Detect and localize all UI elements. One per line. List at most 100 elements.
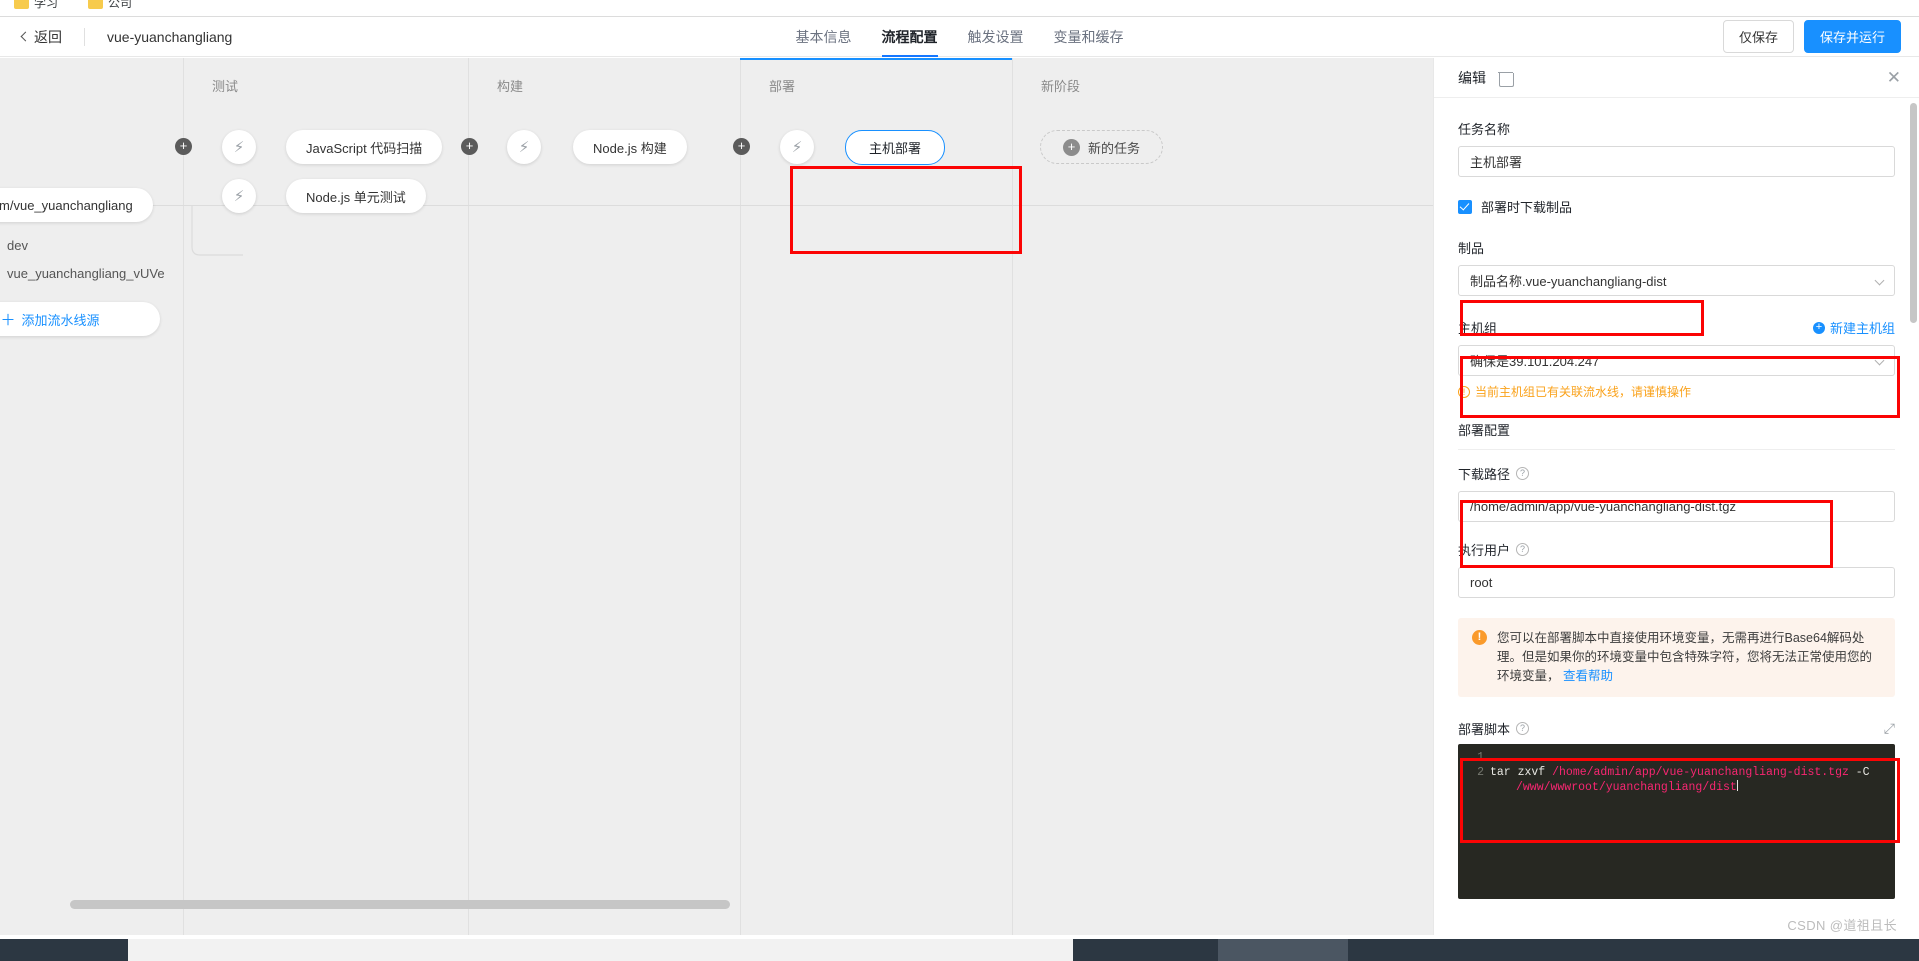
panel-scrollbar-thumb[interactable] [1910,103,1917,323]
pipeline-canvas[interactable]: 测试 构建 部署 新阶段 ebymom/vue_yuanchangliang d… [0,58,1433,935]
editor-gutter: 1 2 [1458,744,1484,899]
section-divider [1458,449,1895,450]
hostgroup-header-row: 主机组 + 新建主机组 [1458,318,1895,337]
back-button[interactable]: 返回 [20,27,62,47]
active-stage-indicator [740,58,1012,60]
plus-circle-icon: + [1812,321,1825,334]
add-stage-button-2[interactable]: + [461,138,478,155]
question-icon[interactable]: ? [1516,467,1530,480]
add-stage-button-3[interactable]: + [733,138,750,155]
task-node-label: Node.js 单元测试 [306,189,406,205]
pipeline-source-card[interactable]: ebymom/vue_yuanchangliang [0,188,153,222]
exec-user-label: 执行用户 [1458,543,1511,558]
tab-trigger-settings[interactable]: 触发设置 [968,17,1024,57]
bolt-icon-js-scan[interactable]: ⚡ [222,130,256,164]
bolt-icon-node-unit-test[interactable]: ⚡ [222,179,256,213]
env-var-alert: ! 您可以在部署脚本中直接使用环境变量，无需再进行Base64解码处理。但是如果… [1458,618,1895,697]
canvas-hscrollbar-track[interactable] [0,900,1433,909]
app-topbar: 返回 vue-yuanchangliang 基本信息 流程配置 触发设置 变量和… [0,17,1919,57]
deploy-config-label: 部署配置 [1458,423,1511,438]
bookmark-label: 公司 [108,0,133,10]
deploy-script-header: 部署脚本 ? ⤢ [1458,719,1895,738]
bookmark-item[interactable]: 公司 [88,0,132,11]
exec-user-input[interactable]: root [1458,567,1895,598]
task-node-label: 主机部署 [868,141,921,156]
bolt-icon-host-deploy[interactable]: ⚡ [780,130,814,164]
new-hostgroup-button[interactable]: + 新建主机组 [1812,318,1895,337]
source-branch: dev [7,238,28,253]
taskbar-active-window[interactable] [128,939,1073,961]
panel-body: 任务名称 主机部署 部署时下载制品 制品 制品名称.vue-yuanchangl… [1434,99,1919,935]
taskbar-segment[interactable] [1073,939,1218,961]
expand-icon[interactable]: ⤢ [1884,720,1895,737]
bookmark-item[interactable]: 学习 [14,0,58,11]
tab-basic-info[interactable]: 基本信息 [796,17,852,57]
hostgroup-warning: ! 当前主机组已有关联流水线，请谨慎操作 [1458,383,1895,400]
question-icon[interactable]: ? [1516,543,1530,556]
alert-text: 您可以在部署脚本中直接使用环境变量，无需再进行Base64解码处理。但是如果你的… [1497,629,1881,686]
task-name-label: 任务名称 [1458,122,1511,137]
editor-code: tar zxvf /home/admin/app/vue-yuanchangli… [1490,750,1895,795]
line-number: 2 [1477,766,1484,779]
plus-icon: ＋ [0,311,16,329]
save-only-button[interactable]: 仅保存 [1722,20,1794,53]
canvas-hscrollbar-thumb[interactable] [70,900,730,909]
taskbar-segment-hover[interactable] [1218,939,1348,961]
task-edit-panel: 编辑 ✕ 任务名称 主机部署 部署时下载制品 制品 制品名称.vue-yuanc… [1433,58,1919,935]
task-node-nodejs-build[interactable]: Node.js 构建 [573,130,687,164]
stage-title-build: 构建 [497,79,524,94]
browser-bookmark-bar: 学习 公司 [0,0,1919,17]
question-icon[interactable]: ? [1516,722,1530,735]
view-help-link[interactable]: 查看帮助 [1563,669,1613,683]
task-name-value: 主机部署 [1470,155,1523,170]
stage-title-test: 测试 [212,79,239,94]
code-flag: -C [1848,766,1870,779]
tab-flow-config[interactable]: 流程配置 [881,17,938,57]
artifact-select[interactable]: 制品名称.vue-yuanchangliang-dist [1458,265,1895,296]
code-path-2: /www/wwwroot/yuanchangliang/dist [1516,781,1737,794]
panel-header: 编辑 ✕ [1434,58,1919,98]
add-stage-button-1[interactable]: + [175,138,192,155]
stage-column-deploy: 部署 [740,58,1012,935]
text-caret [1736,780,1738,791]
task-name-input[interactable]: 主机部署 [1458,146,1895,177]
task-node-nodejs-unit-test[interactable]: Node.js 单元测试 [286,179,426,213]
hostgroup-select[interactable]: 确保是39.101.204.247 [1458,345,1895,376]
download-artifact-checkbox-row[interactable]: 部署时下载制品 [1458,197,1895,216]
back-label: 返回 [34,28,62,45]
checkbox-icon[interactable] [1458,199,1472,214]
download-path-input[interactable]: /home/admin/app/vue-yuanchangliang-dist.… [1458,491,1895,522]
topbar-actions: 仅保存 保存并运行 [1722,20,1901,53]
taskbar-segment[interactable] [0,939,128,961]
trash-icon[interactable] [1498,70,1514,87]
stage-column-build: 构建 [468,58,740,935]
stage-column-new: 新阶段 [1012,58,1284,935]
add-source-label: 添加流水线源 [21,312,100,328]
deploy-script-label: 部署脚本 [1458,722,1511,737]
add-pipeline-source-button[interactable]: ＋ 添加流水线源 [0,302,160,336]
download-path-label: 下载路径 [1458,467,1511,482]
tab-variables-cache[interactable]: 变量和缓存 [1054,17,1124,57]
chevron-down-icon [1874,355,1885,366]
folder-icon [88,0,103,9]
artifact-label: 制品 [1458,241,1485,256]
chevron-down-icon [1874,275,1885,286]
close-icon[interactable]: ✕ [1887,69,1901,86]
taskbar-segment[interactable] [1348,939,1919,961]
new-task-button[interactable]: + 新的任务 [1040,130,1164,164]
task-node-js-code-scan[interactable]: JavaScript 代码扫描 [286,130,443,164]
topbar-tabs: 基本信息 流程配置 触发设置 变量和缓存 [796,17,1124,57]
task-node-host-deploy[interactable]: 主机部署 [845,130,945,165]
task-node-label: JavaScript 代码扫描 [306,140,423,156]
source-artifact: vue_yuanchangliang_vUVe [7,266,165,281]
alert-message: 您可以在部署脚本中直接使用环境变量，无需再进行Base64解码处理。但是如果你的… [1497,631,1873,683]
bolt-icon-node-build[interactable]: ⚡ [507,130,541,164]
code-path-1: /home/admin/app/vue-yuanchangliang-dist.… [1552,766,1849,779]
panel-title: 编辑 [1458,69,1486,86]
csdn-watermark: CSDN @道祖且长 [1787,918,1897,933]
deploy-script-editor[interactable]: 1 2 tar zxvf /home/admin/app/vue-yuancha… [1458,744,1895,899]
download-artifact-label: 部署时下载制品 [1481,200,1573,215]
save-and-run-button[interactable]: 保存并运行 [1803,20,1901,53]
hostgroup-label: 主机组 [1458,321,1498,336]
